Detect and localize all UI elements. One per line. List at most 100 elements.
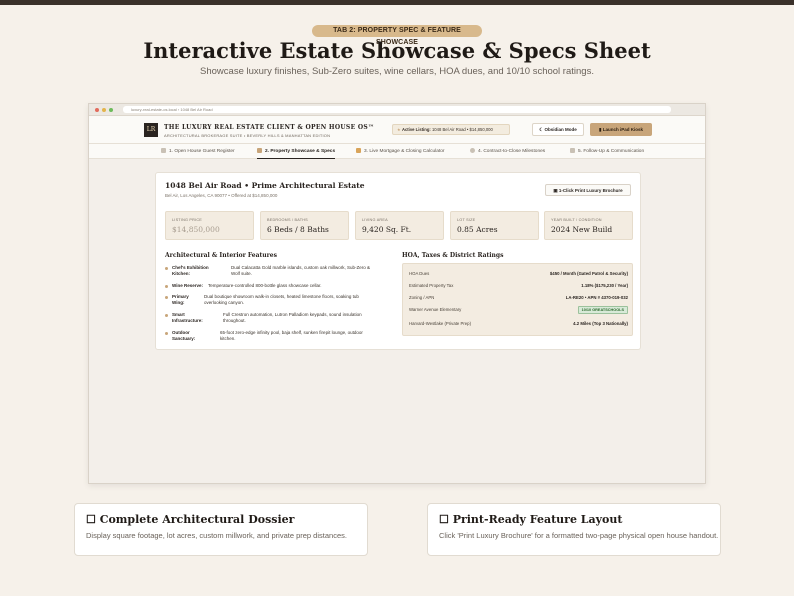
star-icon: ★ bbox=[397, 127, 401, 132]
tab-bar: 1. Open House Guest Register 2. Property… bbox=[89, 144, 705, 159]
url-bar[interactable]: luxury-real-estate-os.local › 1048 Bel A… bbox=[123, 106, 671, 113]
house-icon bbox=[257, 148, 262, 153]
stat-bedrooms-baths: BEDROOMS / BATHS 6 Beds / 8 Baths bbox=[260, 211, 349, 240]
printer-icon: ▣ bbox=[553, 188, 558, 193]
feature-desc: Temperature-controlled 800-bottle glass … bbox=[208, 283, 322, 288]
bullet-icon bbox=[165, 284, 168, 288]
hoa-label: Zoning / APN bbox=[409, 295, 435, 300]
school-rating-badge: 10/10 GREATSCHOOLS bbox=[577, 306, 628, 314]
hoa-label: Warner Avenue Elementary bbox=[409, 307, 462, 312]
feature-item: Primary Wing: Dual boutique showroom walk… bbox=[165, 294, 391, 308]
kiosk-label: Launch iPad Kiosk bbox=[602, 127, 643, 132]
app-name: THE LUXURY REAL ESTATE CLIENT & OPEN HOU… bbox=[164, 124, 375, 131]
obsidian-mode-button[interactable]: ☾ Obsidian Mode bbox=[532, 123, 584, 136]
feature-item: Chef's Exhibition Kitchen: Dual Calacatta… bbox=[165, 265, 391, 279]
active-listing-pill: ★ Active Listing: 1048 Bel Air Road • $1… bbox=[392, 124, 510, 135]
feature-label: Primary Wing: bbox=[172, 294, 189, 306]
maximize-dot-icon[interactable] bbox=[109, 108, 113, 112]
feature-label: Smart Infrastructure: bbox=[172, 312, 203, 324]
minimize-dot-icon[interactable] bbox=[102, 108, 106, 112]
stat-living-area: LIVING AREA 9,420 Sq. Ft. bbox=[355, 211, 444, 240]
app-header: LR THE LUXURY REAL ESTATE CLIENT & OPEN … bbox=[89, 116, 705, 144]
stat-label: BEDROOMS / BATHS bbox=[267, 218, 308, 222]
tab-label: 3. Live Mortgage & Closing Calculator bbox=[364, 149, 445, 154]
stat-year-built: YEAR BUILT / CONDITION 2024 New Build bbox=[544, 211, 633, 240]
feature-label: Chef's Exhibition Kitchen: bbox=[172, 265, 209, 277]
stat-label: LISTING PRICE bbox=[172, 218, 203, 222]
features-heading: Architectural & Interior Features bbox=[165, 252, 277, 259]
feature-label: Outdoor Sanctuary: bbox=[172, 330, 196, 342]
feature-desc: Dual Calacatta Gold marble islands, cust… bbox=[231, 265, 371, 277]
hoa-heading: HOA, Taxes & District Ratings bbox=[402, 252, 504, 259]
hoa-row: Zoning / APN LA-RE20 • APN # 4370-019-03… bbox=[409, 293, 628, 303]
tablet-icon: ▮ bbox=[598, 127, 602, 132]
bullet-icon bbox=[165, 295, 168, 299]
stat-value: 9,420 Sq. Ft. bbox=[362, 225, 412, 234]
tab-follow-up[interactable]: 5. Follow-Up & Communication bbox=[570, 144, 644, 159]
hoa-label: HOA Dues bbox=[409, 271, 430, 276]
stat-label: LIVING AREA bbox=[362, 218, 388, 222]
property-title: 1048 Bel Air Road • Prime Architectural … bbox=[165, 181, 365, 190]
stat-value: $14,850,000 bbox=[172, 225, 220, 234]
tab-label: 1. Open House Guest Register bbox=[169, 149, 235, 154]
hoa-value: $450 / Month (Gated Patrol & Security) bbox=[549, 271, 628, 276]
hoa-label: Harvard-Westlake (Private Prep) bbox=[409, 321, 472, 326]
hoa-label: Estimated Property Tax bbox=[409, 283, 454, 288]
hero-title: Interactive Estate Showcase & Specs Shee… bbox=[143, 38, 651, 63]
feature-desc: Full Crestron automation, Lutron Palladi… bbox=[223, 312, 362, 324]
dossier-desc: Display square footage, lot acres, custo… bbox=[86, 531, 347, 540]
hoa-row: Warner Avenue Elementary 10/10 GREATSCHO… bbox=[409, 305, 628, 315]
tab-label: 2. Property Showcase & Specs bbox=[265, 149, 336, 154]
clock-icon bbox=[470, 148, 475, 153]
clipboard-icon bbox=[161, 148, 166, 153]
hoa-row: HOA Dues $450 / Month (Gated Patrol & Se… bbox=[409, 269, 628, 279]
feature-item: Smart Infrastructure: Full Crestron autom… bbox=[165, 312, 391, 326]
launch-kiosk-button[interactable]: ▮ Launch iPad Kiosk bbox=[590, 123, 652, 136]
feature-desc: 65-foot zero-edge infinity pool, baja sh… bbox=[220, 330, 363, 342]
print-layout-title: ☐ Print-Ready Feature Layout bbox=[439, 513, 623, 526]
stat-value: 0.85 Acres bbox=[457, 225, 498, 234]
bullet-icon bbox=[165, 266, 168, 270]
tab-label: 4. Contract-to-Close Milestones bbox=[478, 149, 546, 154]
feature-item: Wine Reserve: Temperature-controlled 800… bbox=[165, 283, 391, 291]
bullet-icon bbox=[165, 313, 168, 317]
stat-lot-size: LOT SIZE 0.85 Acres bbox=[450, 211, 539, 240]
section-tag: TAB 2: PROPERTY SPEC & FEATURE SHOWCASE bbox=[312, 25, 482, 46]
stat-value: 6 Beds / 8 Baths bbox=[267, 225, 329, 234]
stat-label: YEAR BUILT / CONDITION bbox=[551, 218, 602, 222]
moon-icon: ☾ bbox=[539, 127, 544, 132]
hoa-row: Harvard-Westlake (Private Prep) 4.2 Mile… bbox=[409, 319, 628, 329]
app-window: luxury-real-estate-os.local › 1048 Bel A… bbox=[88, 103, 706, 484]
top-accent-bar bbox=[0, 0, 794, 5]
print-layout-card: ☐ Print-Ready Feature Layout Click 'Prin… bbox=[427, 503, 721, 556]
hoa-value: 1.18% ($175,230 / Year) bbox=[581, 283, 628, 288]
active-listing-value: 1048 Bel Air Road • $14,850,000 bbox=[431, 127, 493, 132]
print-label: 1-Click Print Luxury Brochure bbox=[558, 188, 623, 193]
mail-icon bbox=[570, 148, 575, 153]
hoa-panel: HOA Dues $450 / Month (Gated Patrol & Se… bbox=[402, 263, 633, 336]
close-dot-icon[interactable] bbox=[95, 108, 99, 112]
calculator-icon bbox=[356, 148, 361, 153]
tab-mortgage-calculator[interactable]: 3. Live Mortgage & Closing Calculator bbox=[356, 144, 445, 159]
hoa-row: Estimated Property Tax 1.18% ($175,230 /… bbox=[409, 281, 628, 291]
dossier-card: ☐ Complete Architectural Dossier Display… bbox=[74, 503, 368, 556]
property-subtitle: Bel Air, Los Angeles, CA 90077 • Offered… bbox=[165, 193, 278, 198]
print-layout-desc: Click 'Print Luxury Brochure' for a form… bbox=[439, 531, 719, 540]
bullet-icon bbox=[165, 331, 168, 335]
dossier-title: ☐ Complete Architectural Dossier bbox=[86, 513, 295, 526]
brand-logo: LR bbox=[144, 123, 158, 137]
active-listing-label: Active Listing: bbox=[401, 127, 431, 132]
tab-guest-register[interactable]: 1. Open House Guest Register bbox=[161, 144, 235, 159]
tab-label: 5. Follow-Up & Communication bbox=[578, 149, 645, 154]
hero-subtitle: Showcase luxury finishes, Sub-Zero suite… bbox=[200, 66, 594, 77]
feature-label: Wine Reserve: bbox=[172, 283, 203, 288]
stat-label: LOT SIZE bbox=[457, 218, 476, 222]
tab-contract-milestones[interactable]: 4. Contract-to-Close Milestones bbox=[470, 144, 545, 159]
stat-value: 2024 New Build bbox=[551, 225, 613, 234]
print-brochure-button[interactable]: ▣ 1-Click Print Luxury Brochure bbox=[545, 184, 631, 196]
tab-property-showcase[interactable]: 2. Property Showcase & Specs bbox=[257, 144, 336, 159]
feature-desc: Dual boutique showroom walk-in closets, … bbox=[204, 294, 359, 306]
browser-chrome: luxury-real-estate-os.local › 1048 Bel A… bbox=[89, 104, 705, 116]
hoa-value: 4.2 Miles (Top 3 Nationally) bbox=[573, 321, 628, 326]
feature-item: Outdoor Sanctuary: 65-foot zero-edge infi… bbox=[165, 330, 391, 344]
